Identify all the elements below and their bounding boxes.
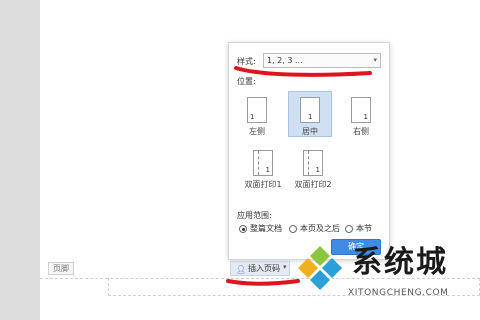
radio-selected-icon — [239, 225, 247, 233]
page-number-preview: 1 — [308, 113, 313, 121]
watermark-brand-text: 系统城 — [352, 245, 448, 280]
style-label: 样式: — [237, 57, 256, 66]
position-left-option[interactable]: 1 左侧 — [235, 91, 279, 137]
footer-tag: 页脚 — [48, 262, 74, 275]
position-right-label: 右侧 — [353, 127, 369, 136]
position-duplex1-option[interactable]: 1 双面打印1 — [241, 144, 285, 190]
watermark-site-text: XITONGCHENG.COM — [348, 288, 449, 298]
page-preview-icon: 1 — [351, 97, 371, 123]
position-center-option[interactable]: 1 居中 — [288, 91, 332, 137]
scope-label: 应用范围: — [237, 211, 272, 220]
style-select[interactable]: 1, 2, 3 ... ▾ — [263, 53, 381, 68]
page-number-preview: 1 — [250, 113, 255, 121]
scope-option-label: 本节 — [356, 224, 372, 233]
watermark-logo: 系统城 XITONGCHENG.COM — [296, 240, 480, 320]
page-number-preview: 1 — [265, 166, 270, 174]
insert-page-number-label: 插入页码 — [248, 264, 280, 273]
position-right-option[interactable]: 1 右侧 — [339, 91, 383, 137]
position-label: 位置: — [237, 77, 256, 86]
page-preview-icon: 1 — [303, 150, 323, 176]
scope-option-label: 本页及之后 — [300, 224, 340, 233]
page-preview-icon: 1 — [253, 150, 273, 176]
page-number-preview: 1 — [315, 166, 320, 174]
person-icon: 👤︎ — [236, 265, 247, 274]
page-preview-icon: 1 — [300, 97, 320, 123]
chevron-down-icon: ▾ — [283, 263, 287, 271]
scope-option-label: 整篇文档 — [250, 224, 282, 233]
diamond-logo-icon — [298, 246, 342, 290]
position-duplex2-option[interactable]: 1 双面打印2 — [291, 144, 335, 190]
position-duplex1-label: 双面打印1 — [244, 180, 282, 189]
page-number-panel: 样式: 1, 2, 3 ... ▾ 位置: 1 左侧 1 居中 1 右侧 1 双… — [228, 42, 390, 260]
chevron-down-icon: ▾ — [373, 56, 377, 64]
position-left-label: 左侧 — [249, 127, 265, 136]
insert-page-number-button[interactable]: 👤︎ 插入页码 ▾ — [230, 261, 290, 276]
radio-icon — [345, 225, 353, 233]
page-preview-icon: 1 — [247, 97, 267, 123]
radio-icon — [289, 225, 297, 233]
position-duplex2-label: 双面打印2 — [294, 180, 332, 189]
page-number-preview: 1 — [363, 113, 368, 121]
style-select-value: 1, 2, 3 ... — [267, 56, 303, 65]
position-center-label: 居中 — [302, 127, 318, 136]
left-margin-gutter — [0, 0, 40, 320]
